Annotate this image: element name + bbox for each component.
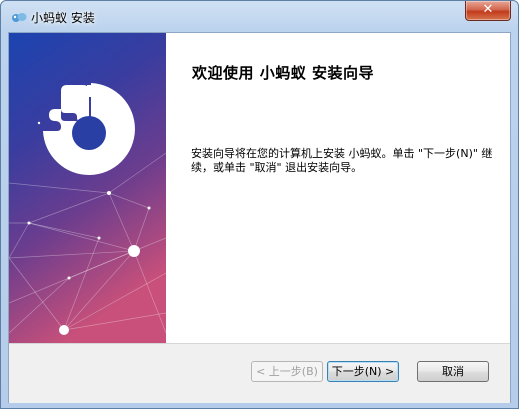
window-title: 小蚂蚁 安装: [31, 11, 95, 25]
description-text: 安装向导将在您的计算机上安装 小蚂蚁。单击 "下一步(N)" 继续，或单击 "取…: [191, 147, 493, 174]
cancel-button[interactable]: 取消: [417, 361, 489, 382]
title-bar[interactable]: 小蚂蚁 安装 ✕: [1, 1, 518, 31]
wizard-banner-image: [9, 33, 166, 343]
installer-window: 小蚂蚁 安装 ✕ 欢迎使用 小蚂蚁 安装向导 安装向导将在您的计算机上安装 小蚂…: [0, 0, 519, 409]
app-icon: [11, 10, 27, 24]
close-icon: ✕: [482, 2, 494, 17]
wizard-client-area: 欢迎使用 小蚂蚁 安装向导 安装向导将在您的计算机上安装 小蚂蚁。单击 "下一步…: [8, 32, 511, 403]
close-button[interactable]: ✕: [465, 1, 511, 21]
page-title: 欢迎使用 小蚂蚁 安装向导: [192, 64, 374, 82]
next-button[interactable]: 下一步(N) >: [327, 361, 399, 382]
button-bar: < 上一步(B) 下一步(N) > 取消: [9, 343, 510, 403]
back-button[interactable]: < 上一步(B): [251, 361, 323, 382]
